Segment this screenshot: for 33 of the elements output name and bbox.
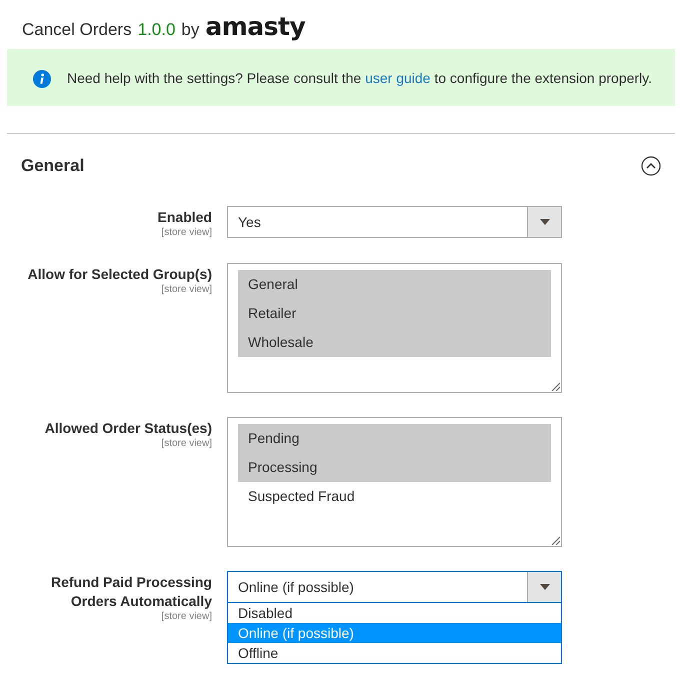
collapse-icon[interactable] (641, 156, 661, 176)
caret-icon (540, 584, 550, 590)
caret-icon (540, 219, 550, 225)
list-option[interactable]: Suspected Fraud (238, 482, 551, 511)
select-field[interactable]: Yes (227, 206, 562, 238)
brand-logo: amasty (205, 12, 306, 41)
multiselect-field[interactable]: Pending Processing Suspected Fraud (227, 417, 562, 547)
list-option[interactable]: Pending (238, 424, 551, 453)
help-text: Need help with the settings? Please consult the user guide to configure the extension properly. (67, 69, 652, 88)
dropdown-option[interactable]: Offline (228, 643, 561, 663)
scope-label: [store view] (161, 611, 212, 623)
resize-grip-icon[interactable] (551, 536, 560, 545)
list-option[interactable]: Wholesale (238, 328, 551, 357)
scope-label: [store view] (161, 227, 212, 239)
list-option[interactable]: General (238, 270, 551, 299)
field-label: Refund Paid Processing Orders Automatically (50, 573, 212, 611)
version-label: 1.0.0 (138, 20, 176, 40)
field-label: Allow for Selected Group(s) (26, 265, 212, 284)
section-title: General (21, 156, 84, 176)
field-label: Enabled (156, 208, 212, 227)
field-label: Allowed Order Status(es) (44, 419, 212, 438)
by-label: by (181, 20, 200, 40)
dropdown-option[interactable]: Disabled (228, 603, 561, 623)
list-option[interactable]: Retailer (238, 299, 551, 328)
resize-grip-icon[interactable] (551, 382, 560, 391)
scope-label: [store view] (161, 438, 212, 450)
scope-label: [store view] (161, 284, 212, 296)
list-option[interactable]: Processing (238, 453, 551, 482)
select-field[interactable]: Online (if possible) (227, 571, 562, 603)
page-title: Cancel Orders (22, 20, 132, 40)
info-icon (33, 70, 51, 88)
multiselect-field[interactable]: General Retailer Wholesale (227, 263, 562, 393)
user-guide-link[interactable]: user guide (365, 70, 430, 86)
